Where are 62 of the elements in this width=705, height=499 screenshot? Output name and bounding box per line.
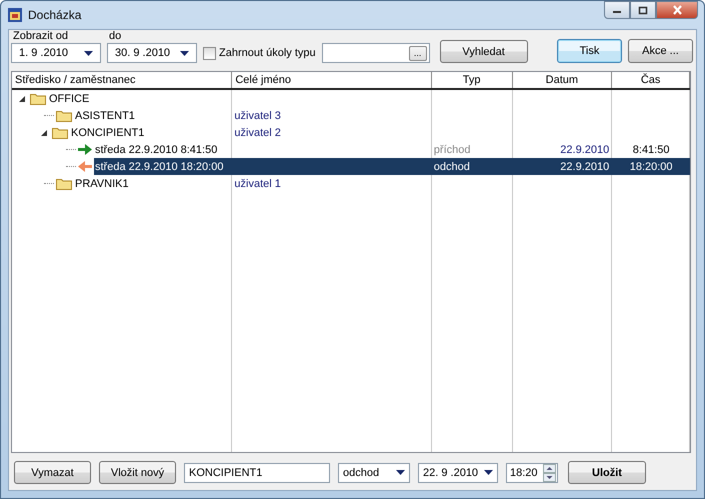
folder-icon	[56, 177, 72, 190]
folder-icon	[30, 92, 46, 105]
date-picker[interactable]: 22. 9 .2010	[418, 462, 498, 482]
insert-new-button[interactable]: Vložit nový	[99, 461, 176, 484]
include-label: Zahrnout úkoly typu	[219, 47, 316, 59]
time-cell: 18:20:00	[612, 158, 690, 175]
left-arrow-icon	[78, 161, 92, 172]
browse-button[interactable]: ...	[408, 46, 427, 60]
tree-connector	[44, 115, 54, 116]
minimize-button[interactable]	[604, 1, 630, 19]
tree-item[interactable]: KONCIPIENT1	[70, 124, 232, 141]
type-dropdown[interactable]: odchod	[338, 462, 410, 482]
maximize-icon	[638, 6, 648, 14]
task-type-field[interactable]: ...	[322, 43, 430, 63]
tree-item[interactable]: PRAVNIK1	[74, 175, 232, 192]
to-date-picker[interactable]: 30. 9 .2010	[107, 43, 197, 63]
folder-icon	[56, 109, 72, 122]
column-header[interactable]: Typ	[432, 72, 513, 88]
delete-button[interactable]: Vymazat	[14, 461, 91, 484]
maximize-button[interactable]	[630, 1, 656, 19]
dropdown-icon	[484, 470, 493, 475]
full-name-cell-text: uživatel 2	[233, 126, 282, 140]
type-cell-text: příchod	[432, 142, 472, 158]
type-cell: odchod	[432, 158, 513, 175]
save-button[interactable]: Uložit	[568, 461, 646, 484]
from-label: Zobrazit od	[12, 30, 70, 42]
window-title: Docházka	[28, 8, 82, 22]
full-name-cell-text: uživatel 1	[233, 176, 282, 192]
tree-item[interactable]: středa 22.9.2010 8:41:50	[94, 141, 232, 158]
time-cell-text: 8:41:50	[632, 142, 670, 158]
tree-connector	[44, 183, 54, 184]
dropdown-icon	[180, 50, 189, 56]
full-name-cell-text: uživatel 3	[233, 108, 282, 124]
close-button[interactable]	[656, 1, 698, 19]
expand-icon[interactable]	[40, 128, 48, 136]
column-header[interactable]: Čas	[612, 72, 690, 88]
date-cell: 22.9.2010	[512, 158, 612, 175]
tree-connector	[66, 166, 76, 167]
tree-item[interactable]: ASISTENT1	[74, 107, 232, 124]
right-arrow-icon	[78, 144, 92, 155]
from-date-picker[interactable]: 1. 9 .2010	[11, 43, 101, 63]
column-header[interactable]: Datum	[512, 72, 612, 88]
close-icon	[672, 5, 682, 15]
column-header[interactable]: Celé jméno	[232, 72, 432, 88]
to-label: do	[108, 30, 122, 42]
time-spinner[interactable]: 18:20	[506, 462, 558, 482]
tree-item[interactable]: OFFICE	[48, 90, 232, 107]
folder-icon	[52, 126, 68, 139]
app-icon	[7, 7, 23, 23]
tree-connector	[66, 149, 76, 150]
name-field[interactable]: KONCIPIENT1	[184, 462, 330, 482]
dropdown-icon	[396, 470, 405, 475]
spinner-arrows-icon	[543, 464, 556, 482]
action-button[interactable]: Akce ...	[628, 39, 693, 63]
search-button[interactable]: Vyhledat	[440, 40, 528, 63]
column-header[interactable]: Středisko / zaměstnanec	[12, 72, 232, 88]
dropdown-icon	[84, 50, 93, 56]
tree-item[interactable]: středa 22.9.2010 18:20:00	[94, 158, 232, 175]
include-checkbox[interactable]	[203, 46, 216, 60]
expand-icon[interactable]	[18, 94, 26, 102]
action-button[interactable]: Tisk	[557, 39, 622, 63]
date-cell-text: 22.9.2010	[559, 142, 610, 158]
